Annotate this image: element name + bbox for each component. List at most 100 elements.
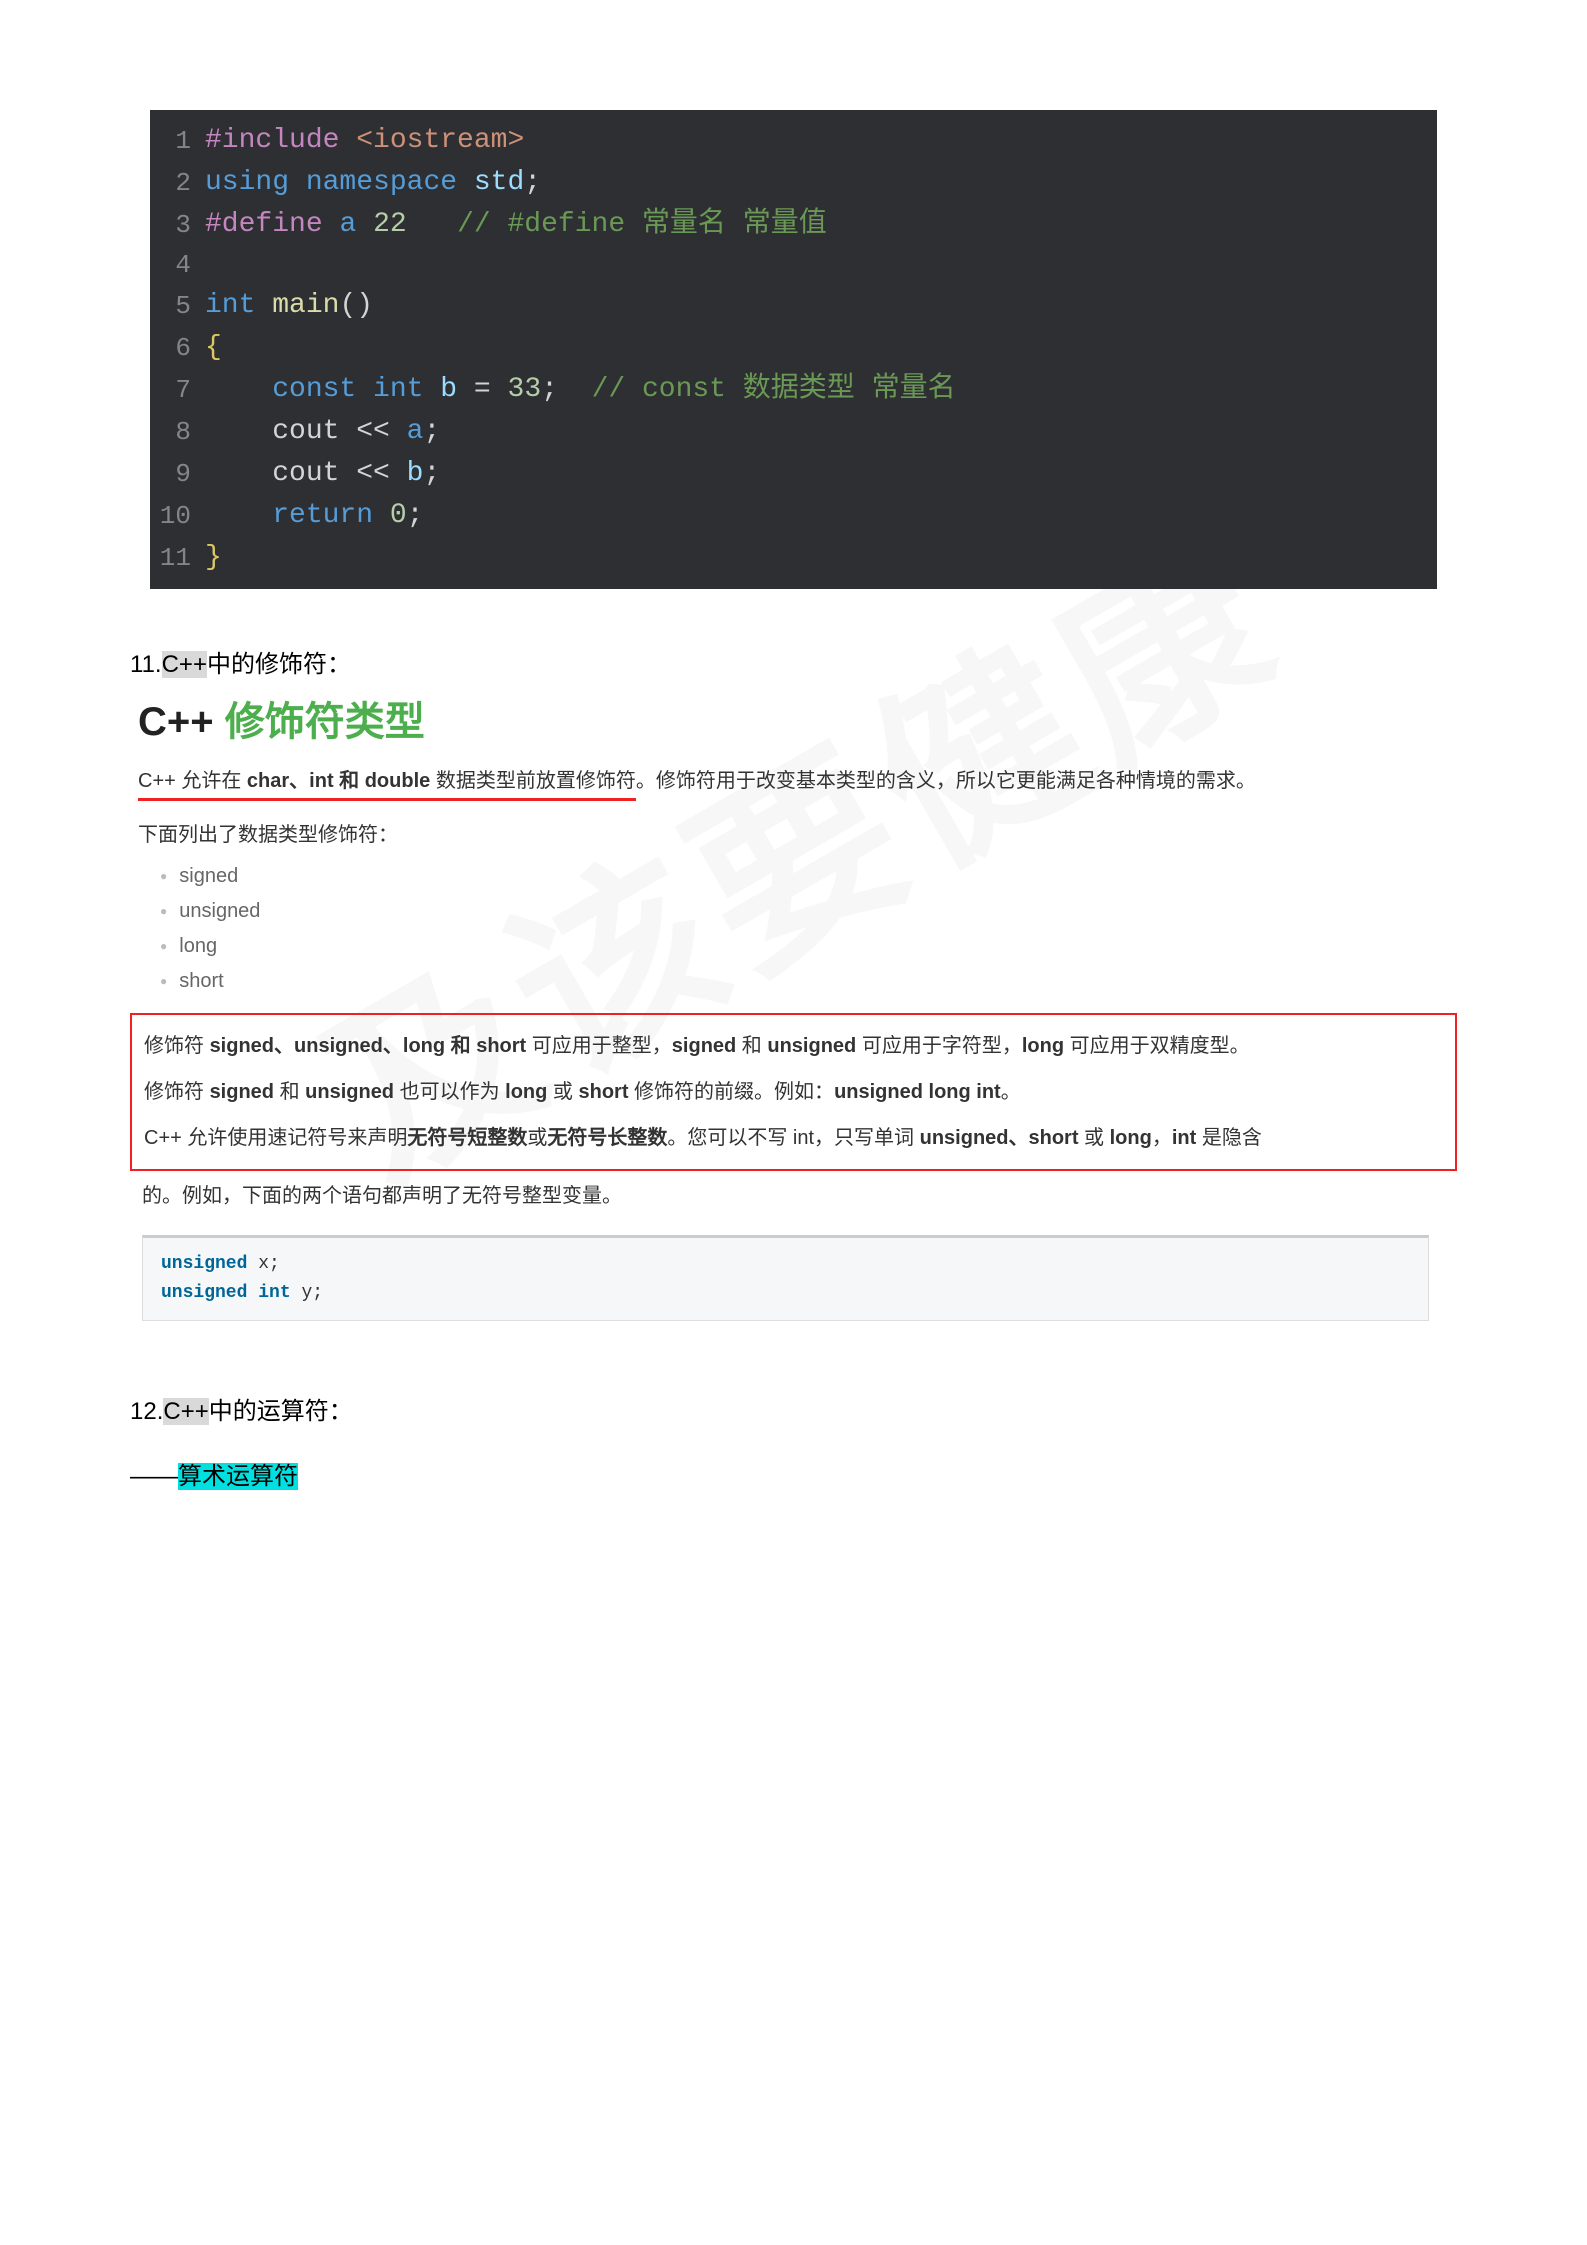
p1-rest: 。修饰符用于改变基本类型的含义，所以它更能满足各种情境的需求。 [636,770,1256,792]
kw: unsigned [161,1254,247,1274]
text: 或 [547,1081,578,1103]
section-12-label: 12.C++中的运算符： [130,1391,1457,1426]
text: signed [210,1081,274,1103]
code-line: 10 return 0; [150,495,1437,537]
line-number: 3 [150,206,205,245]
token: const [272,374,356,405]
redbox-p3: C++ 允许使用速记符号来声明无符号短整数 或 无符号长整数。您可以不写 int，只… [144,1119,1443,1157]
code-content: #define a 22 // #define 常量名 常量值 [205,204,827,246]
token: return [272,500,373,531]
token: = [474,374,491,405]
text: 或 [1079,1127,1110,1149]
text: unsigned [767,1035,856,1057]
text: 和 [736,1035,767,1057]
kw: int [258,1283,290,1303]
token: #define [205,209,323,240]
p1-ul-post: 数据类型前放置修饰符 [430,770,636,792]
code-line: 9 cout << b; [150,453,1437,495]
text: signed [672,1035,736,1057]
token: int [205,290,255,321]
token: namespace [306,167,457,198]
list-item: long [160,935,1457,958]
line-number: 1 [150,122,205,161]
text: 。 [1001,1081,1021,1103]
list-item: unsigned [160,900,1457,923]
text: unsigned [305,1081,394,1103]
token [289,167,306,198]
section-12-suffix: 中的运算符： [209,1398,353,1425]
code-light-line-1: unsigned x; [161,1250,1410,1279]
code-content: const int b = 33; // const 数据类型 常量名 [205,369,956,411]
token [423,374,440,405]
code-content: int main() [205,285,373,327]
code-content: cout << a; [205,411,440,453]
section-11-hl: C++ [162,651,207,678]
code-content: cout << b; [205,453,440,495]
token [457,374,474,405]
text: ， [1152,1127,1172,1149]
token: <iostream> [356,125,524,156]
list-item: signed [160,865,1457,888]
text: 修饰符 [144,1081,210,1103]
token [491,374,508,405]
text: 修饰符的前缀。例如： [629,1081,835,1103]
text: C++ 允许使用速记符号来声明 [144,1127,407,1149]
section-11-number: 11. [130,651,162,678]
token: << [356,458,390,489]
token: // const 数据类型 常量名 [592,374,956,405]
text: unsigned、short [920,1127,1079,1149]
token: 22 [373,209,407,240]
text: 可应用于双精度型。 [1064,1035,1250,1057]
code-content: #include <iostream> [205,120,524,162]
section-11-suffix: 中的修饰符： [207,651,351,678]
token [356,209,373,240]
code-line: 7 const int b = 33; // const 数据类型 常量名 [150,369,1437,411]
text: 也可以作为 [394,1081,505,1103]
text: 可应用于字符型， [856,1035,1022,1057]
text: 无符号长整数 [547,1127,667,1149]
token: cout [272,416,339,447]
code-line: 5int main() [150,285,1437,327]
line-number: 7 [150,371,205,410]
token [339,416,356,447]
text: 和 [274,1081,305,1103]
text: 无符号短整数 [407,1127,527,1149]
token: 33 [508,374,542,405]
text: long [505,1081,547,1103]
token [390,458,407,489]
token: b [407,458,424,489]
token [339,125,356,156]
token [205,374,272,405]
token: a [339,209,356,240]
token [356,374,373,405]
code-line: 8 cout << a; [150,411,1437,453]
token [205,458,272,489]
code-line: 3#define a 22 // #define 常量名 常量值 [150,204,1437,246]
section-12-hl: C++ [163,1398,208,1425]
token: using [205,167,289,198]
section-11-label: 11.C++中的修饰符： [130,644,1457,679]
text: short [579,1081,629,1103]
text: 。您可以不写 int，只写单词 [667,1127,919,1149]
token: ; [541,374,558,405]
code-line: 2using namespace std; [150,162,1437,204]
token [407,209,457,240]
text: long [1110,1127,1152,1149]
redbox-p2: 修饰符 signed 和 unsigned 也可以作为 long 或 short… [144,1073,1443,1111]
line-number: 11 [150,539,205,578]
token [205,416,272,447]
text: 是隐含 [1196,1127,1262,1149]
token [390,416,407,447]
line-number: 2 [150,164,205,203]
line-number: 4 [150,246,205,285]
token: cout [272,458,339,489]
arithmetic-hl: 算术运算符 [178,1463,298,1490]
text: unsigned long int [834,1081,1001,1103]
token: a [407,416,424,447]
token: ; [524,167,541,198]
token: ; [423,458,440,489]
code-content: } [205,537,222,579]
section-12-number: 12. [130,1398,163,1425]
redbox-p1: 修饰符 signed、unsigned、long 和 short 可应用于整型，… [144,1027,1443,1065]
red-callout-box: 修饰符 signed、unsigned、long 和 short 可应用于整型，… [130,1013,1457,1171]
